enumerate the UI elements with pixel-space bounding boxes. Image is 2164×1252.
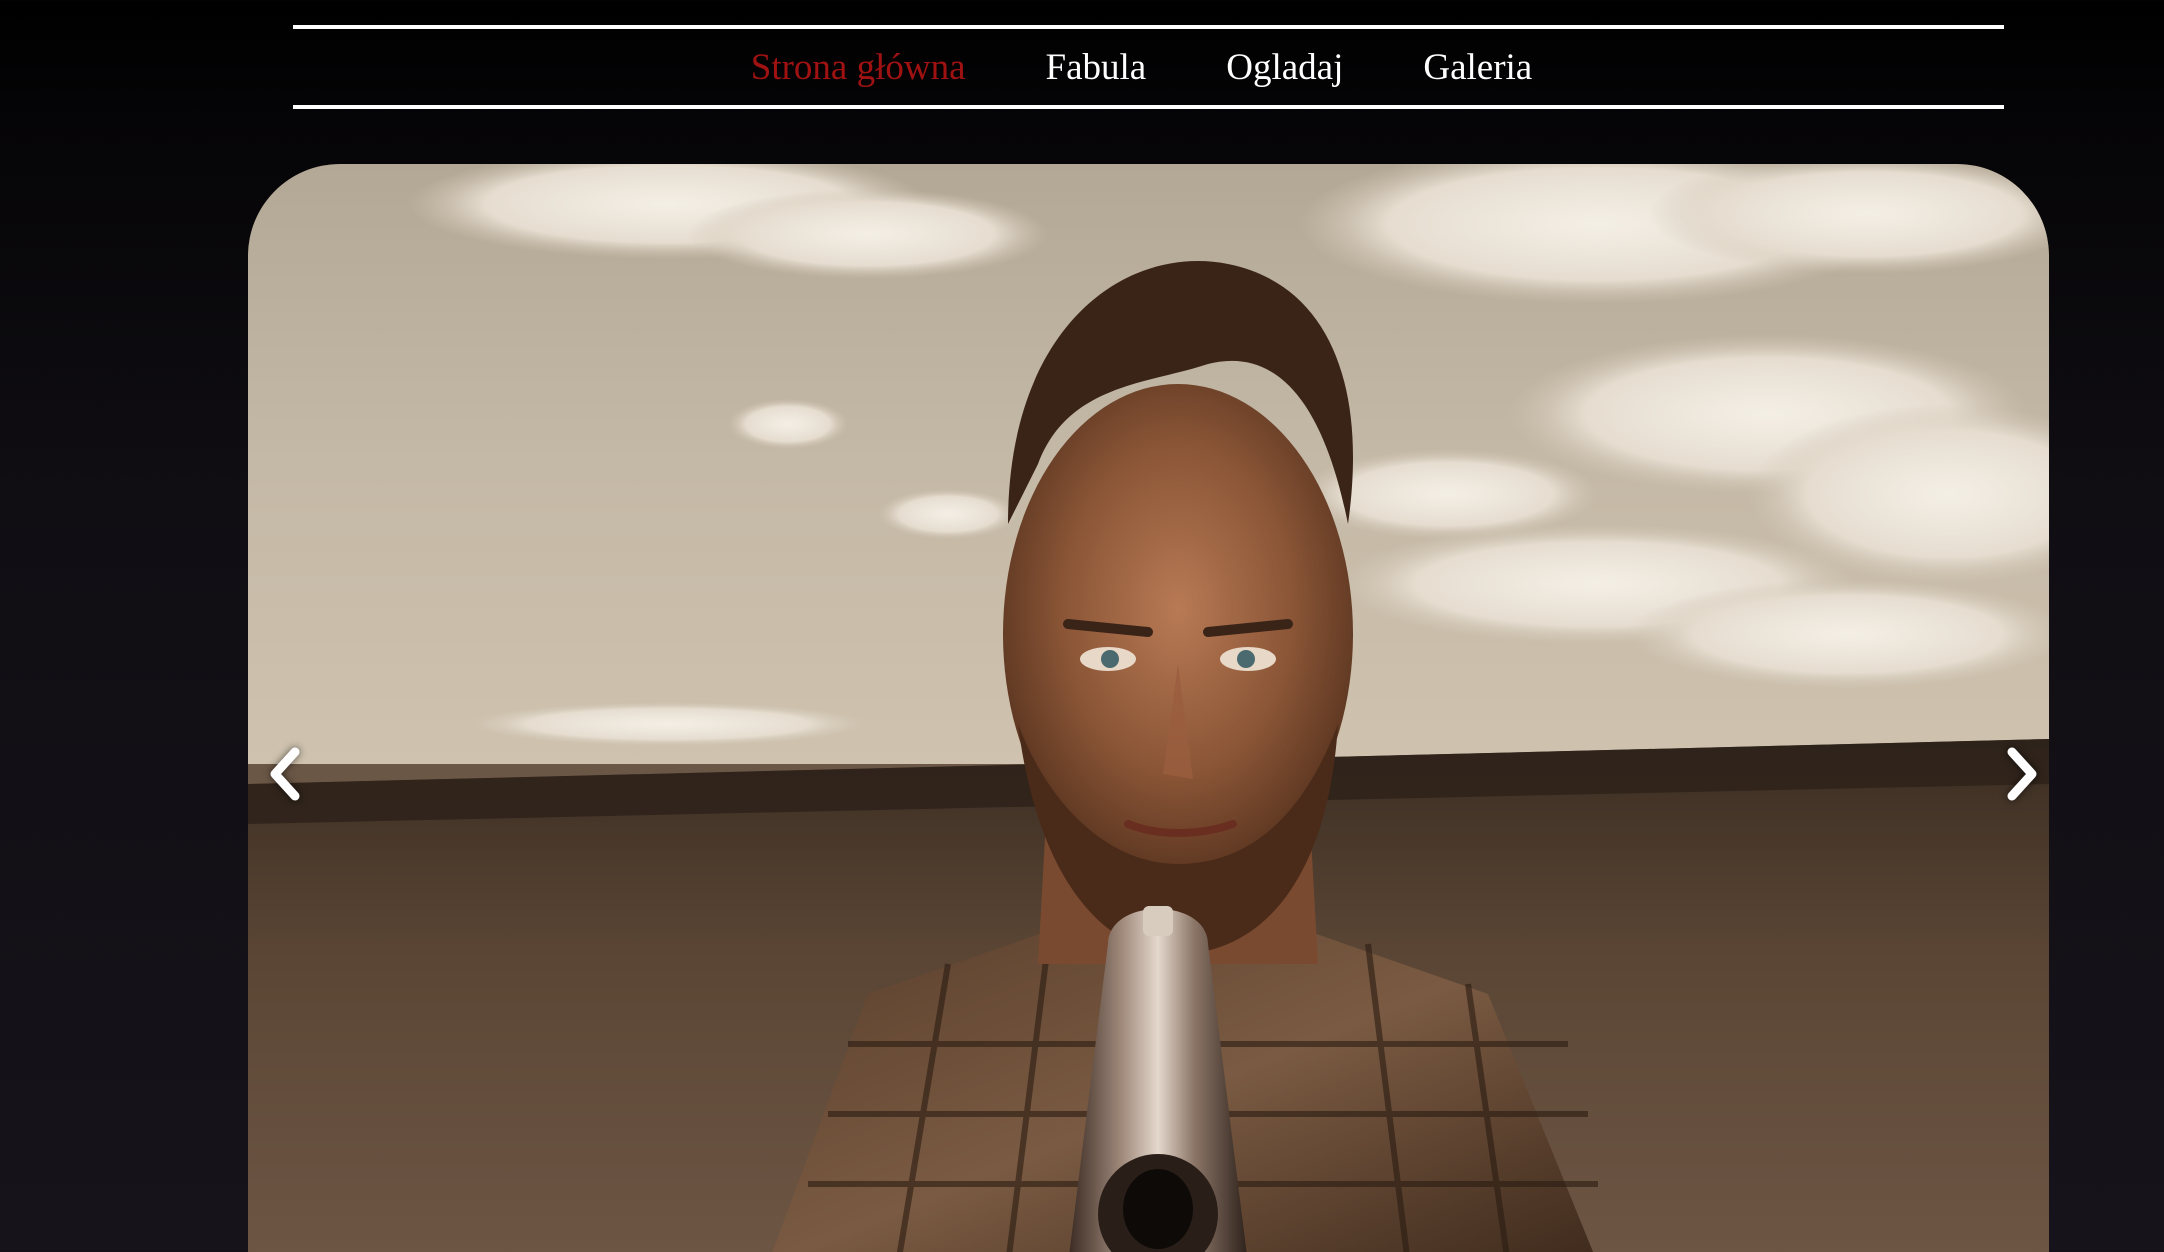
carousel-prev-button[interactable] — [250, 734, 320, 814]
chevron-left-icon — [270, 747, 300, 801]
nav-link-home[interactable]: Strona główna — [751, 49, 966, 86]
image-carousel — [248, 164, 2049, 1252]
carousel-slide-image — [248, 164, 2049, 1252]
nav-link-galeria[interactable]: Galeria — [1423, 49, 1532, 86]
nav-link-ogladaj[interactable]: Ogladaj — [1226, 49, 1343, 86]
nav-link-fabula[interactable]: Fabula — [1046, 49, 1147, 86]
carousel-next-button[interactable] — [1987, 734, 2049, 814]
chevron-right-icon — [2007, 747, 2037, 801]
main-nav: Strona główna Fabula Ogladaj Galeria — [293, 25, 2004, 109]
